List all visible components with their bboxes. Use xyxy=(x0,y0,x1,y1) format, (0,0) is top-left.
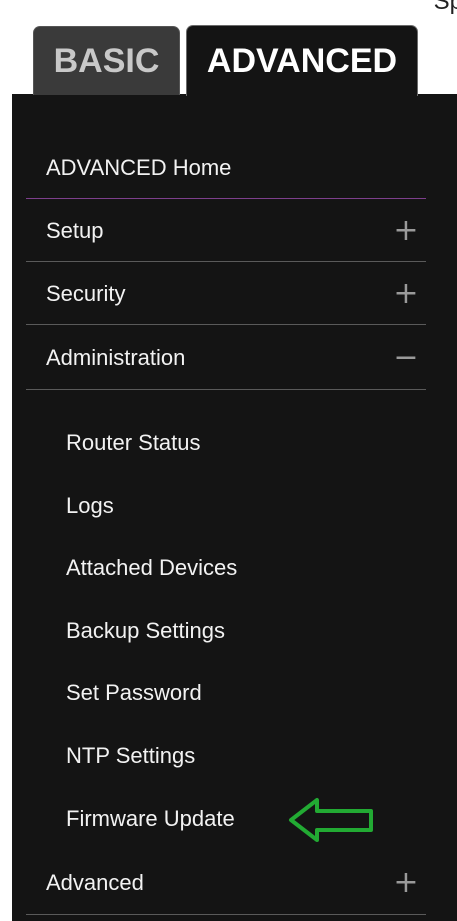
menu-item-administration[interactable]: Administration − xyxy=(26,326,426,390)
expand-icon[interactable]: + xyxy=(386,215,426,246)
menu-item-label: Security xyxy=(46,280,126,306)
tab-basic[interactable]: BASIC xyxy=(33,26,180,95)
menu-item-advanced-home[interactable]: ADVANCED Home xyxy=(26,137,426,199)
submenu-item-attached-devices[interactable]: Attached Devices xyxy=(66,553,237,583)
menu-item-security[interactable]: Security + xyxy=(26,263,426,325)
collapse-icon[interactable]: − xyxy=(386,342,426,373)
menu-item-advanced[interactable]: Advanced + xyxy=(26,851,426,915)
submenu-item-ntp-settings[interactable]: NTP Settings xyxy=(66,741,195,771)
clipped-header-text: Sp xyxy=(433,0,457,15)
submenu-item-logs[interactable]: Logs xyxy=(66,491,114,521)
submenu-item-firmware-update[interactable]: Firmware Update xyxy=(66,804,235,834)
menu-item-setup[interactable]: Setup + xyxy=(26,200,426,262)
menu-item-label: Setup xyxy=(46,217,104,243)
submenu-item-set-password[interactable]: Set Password xyxy=(66,678,202,708)
submenu-item-backup-settings[interactable]: Backup Settings xyxy=(66,616,225,646)
menu-item-label: Advanced xyxy=(46,869,144,895)
expand-icon[interactable]: + xyxy=(386,278,426,309)
menu-item-label: Administration xyxy=(46,344,186,370)
menu-item-label: ADVANCED Home xyxy=(46,154,232,180)
tab-advanced[interactable]: ADVANCED xyxy=(186,25,418,96)
expand-icon[interactable]: + xyxy=(386,867,426,898)
left-arrow-icon xyxy=(289,798,373,842)
submenu-item-router-status[interactable]: Router Status xyxy=(66,428,201,458)
